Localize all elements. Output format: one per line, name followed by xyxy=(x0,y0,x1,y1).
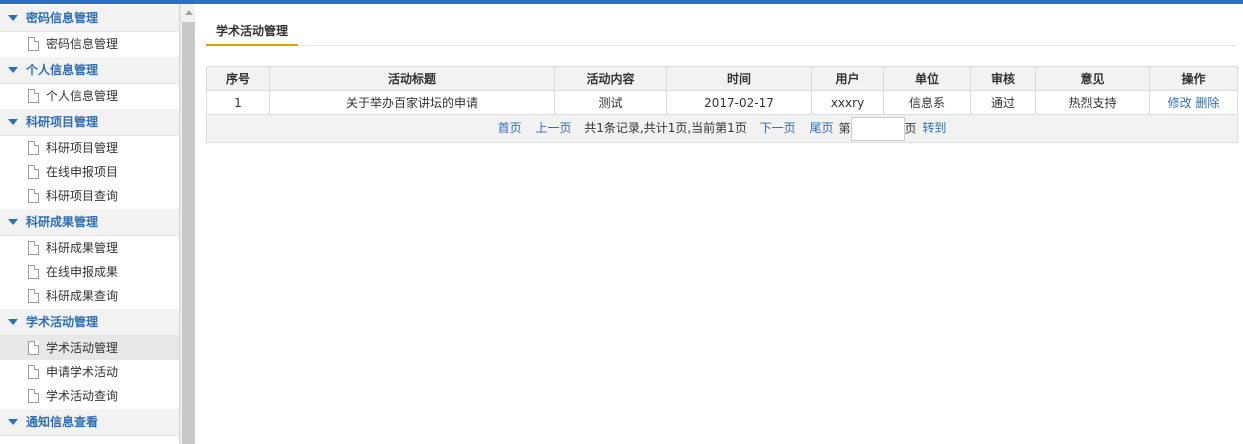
sidebar-item-label: 科研成果管理 xyxy=(46,241,119,255)
sidebar-item-personal-manage[interactable]: 个人信息管理 xyxy=(0,84,179,108)
cell-unit: 信息系 xyxy=(883,90,971,115)
scroll-thumb[interactable] xyxy=(182,22,195,444)
document-icon xyxy=(28,389,39,403)
sidebar-group-label: 密码信息管理 xyxy=(26,11,99,25)
sidebar-group-academic-activity[interactable]: 学术活动管理 xyxy=(0,308,179,336)
sidebar-group-personal[interactable]: 个人信息管理 xyxy=(0,56,179,84)
sidebar-item-label: 在线申报项目 xyxy=(46,165,119,179)
prev-page-link[interactable]: 上一页 xyxy=(535,121,571,135)
sidebar-item-label: 申请学术活动 xyxy=(46,365,119,379)
sidebar-item-result-manage[interactable]: 科研成果管理 xyxy=(0,236,179,260)
sidebar-item-activity-manage[interactable]: 学术活动管理 xyxy=(0,336,179,360)
sidebar-group-label: 学术活动管理 xyxy=(26,315,99,329)
column-header: 审核 xyxy=(970,66,1036,91)
main-content: 学术活动管理 序号 活动标题 活动内容 时间 用户 单位 审核 意见 操作 1 … xyxy=(195,4,1243,444)
sidebar-item-label: 个人信息管理 xyxy=(46,89,119,103)
tab-academic-activity[interactable]: 学术活动管理 xyxy=(206,18,299,46)
first-page-link[interactable]: 首页 xyxy=(498,121,522,135)
document-icon xyxy=(28,365,39,379)
sidebar: 密码信息管理 密码信息管理 个人信息管理 个人信息管理 科研项目管理 科研项目管… xyxy=(0,4,180,444)
document-icon xyxy=(28,289,39,303)
sidebar-item-label: 科研项目查询 xyxy=(46,189,119,203)
document-icon xyxy=(28,37,39,51)
cell-time: 2017-02-17 xyxy=(666,90,812,115)
last-page-link[interactable]: 尾页 xyxy=(810,121,834,135)
cell-user: xxxry xyxy=(811,90,884,115)
column-header: 用户 xyxy=(811,66,884,91)
column-header: 活动标题 xyxy=(269,66,555,91)
sidebar-item-label: 在线申报成果 xyxy=(46,265,119,279)
column-header: 活动内容 xyxy=(554,66,667,91)
go-page-link[interactable]: 转到 xyxy=(922,121,946,135)
sidebar-group-label: 通知信息查看 xyxy=(26,415,99,429)
triangle-down-icon xyxy=(8,319,18,325)
cell-opinion: 热烈支持 xyxy=(1035,90,1150,115)
sidebar-item-project-manage[interactable]: 科研项目管理 xyxy=(0,136,179,160)
sidebar-item-label: 学术活动查询 xyxy=(46,389,119,403)
tab-strip: 学术活动管理 xyxy=(206,18,1237,46)
edit-link[interactable]: 修改 xyxy=(1168,96,1192,110)
table-header-row: 序号 活动标题 活动内容 时间 用户 单位 审核 意见 操作 xyxy=(206,66,1238,91)
sidebar-scrollbar[interactable] xyxy=(180,4,195,444)
sidebar-item-result-apply[interactable]: 在线申报成果 xyxy=(0,260,179,284)
column-header: 单位 xyxy=(883,66,971,91)
triangle-down-icon xyxy=(8,67,18,73)
sidebar-item-project-query[interactable]: 科研项目查询 xyxy=(0,184,179,208)
document-icon xyxy=(28,341,39,355)
sidebar-group-research-project[interactable]: 科研项目管理 xyxy=(0,108,179,136)
sidebar-group-label: 个人信息管理 xyxy=(26,63,99,77)
document-icon xyxy=(28,189,39,203)
sidebar-item-label: 科研项目管理 xyxy=(46,141,119,155)
page-prefix-label: 第 xyxy=(838,121,851,135)
cell-actions: 修改 删除 xyxy=(1149,90,1238,115)
column-header: 时间 xyxy=(666,66,812,91)
column-header: 操作 xyxy=(1149,66,1238,91)
document-icon xyxy=(28,141,39,155)
document-icon xyxy=(28,241,39,255)
triangle-down-icon xyxy=(8,15,18,21)
triangle-down-icon xyxy=(8,119,18,125)
sidebar-group-password[interactable]: 密码信息管理 xyxy=(0,4,179,32)
page-suffix-label: 页 xyxy=(904,121,917,135)
sidebar-item-label: 科研成果查询 xyxy=(46,289,119,303)
document-icon xyxy=(28,165,39,179)
column-header: 序号 xyxy=(206,66,270,91)
pager-summary: 共1条记录,共计1页,当前第1页 xyxy=(584,121,747,135)
sidebar-group-label: 科研成果管理 xyxy=(26,215,99,229)
document-icon xyxy=(28,265,39,279)
sidebar-item-label: 密码信息管理 xyxy=(46,37,119,51)
sidebar-item-password-manage[interactable]: 密码信息管理 xyxy=(0,32,179,56)
triangle-down-icon xyxy=(8,219,18,225)
pager-row: 首页 上一页 共1条记录,共计1页,当前第1页 下一页 尾页第 页 转到 xyxy=(206,114,1238,143)
pagination: 首页 上一页 共1条记录,共计1页,当前第1页 下一页 尾页第 页 转到 xyxy=(206,114,1238,143)
activity-table: 序号 活动标题 活动内容 时间 用户 单位 审核 意见 操作 1 关于举办百家讲… xyxy=(206,66,1238,143)
scroll-up-arrow-icon[interactable] xyxy=(185,10,193,15)
cell-no: 1 xyxy=(206,90,270,115)
sidebar-item-label: 学术活动管理 xyxy=(46,341,119,355)
sidebar-item-activity-apply[interactable]: 申请学术活动 xyxy=(0,360,179,384)
next-page-link[interactable]: 下一页 xyxy=(760,121,796,135)
page-number-input[interactable] xyxy=(850,116,905,141)
sidebar-item-project-apply[interactable]: 在线申报项目 xyxy=(0,160,179,184)
document-icon xyxy=(28,89,39,103)
delete-link[interactable]: 删除 xyxy=(1195,96,1219,110)
cell-review: 通过 xyxy=(970,90,1036,115)
column-header: 意见 xyxy=(1035,66,1150,91)
sidebar-group-label: 科研项目管理 xyxy=(26,115,99,129)
table-row: 1 关于举办百家讲坛的申请 测试 2017-02-17 xxxry 信息系 通过… xyxy=(206,90,1238,115)
sidebar-item-activity-query[interactable]: 学术活动查询 xyxy=(0,384,179,408)
sidebar-group-notice[interactable]: 通知信息查看 xyxy=(0,408,179,436)
cell-content: 测试 xyxy=(554,90,667,115)
cell-title: 关于举办百家讲坛的申请 xyxy=(269,90,555,115)
triangle-down-icon xyxy=(8,419,18,425)
sidebar-item-result-query[interactable]: 科研成果查询 xyxy=(0,284,179,308)
sidebar-group-research-result[interactable]: 科研成果管理 xyxy=(0,208,179,236)
